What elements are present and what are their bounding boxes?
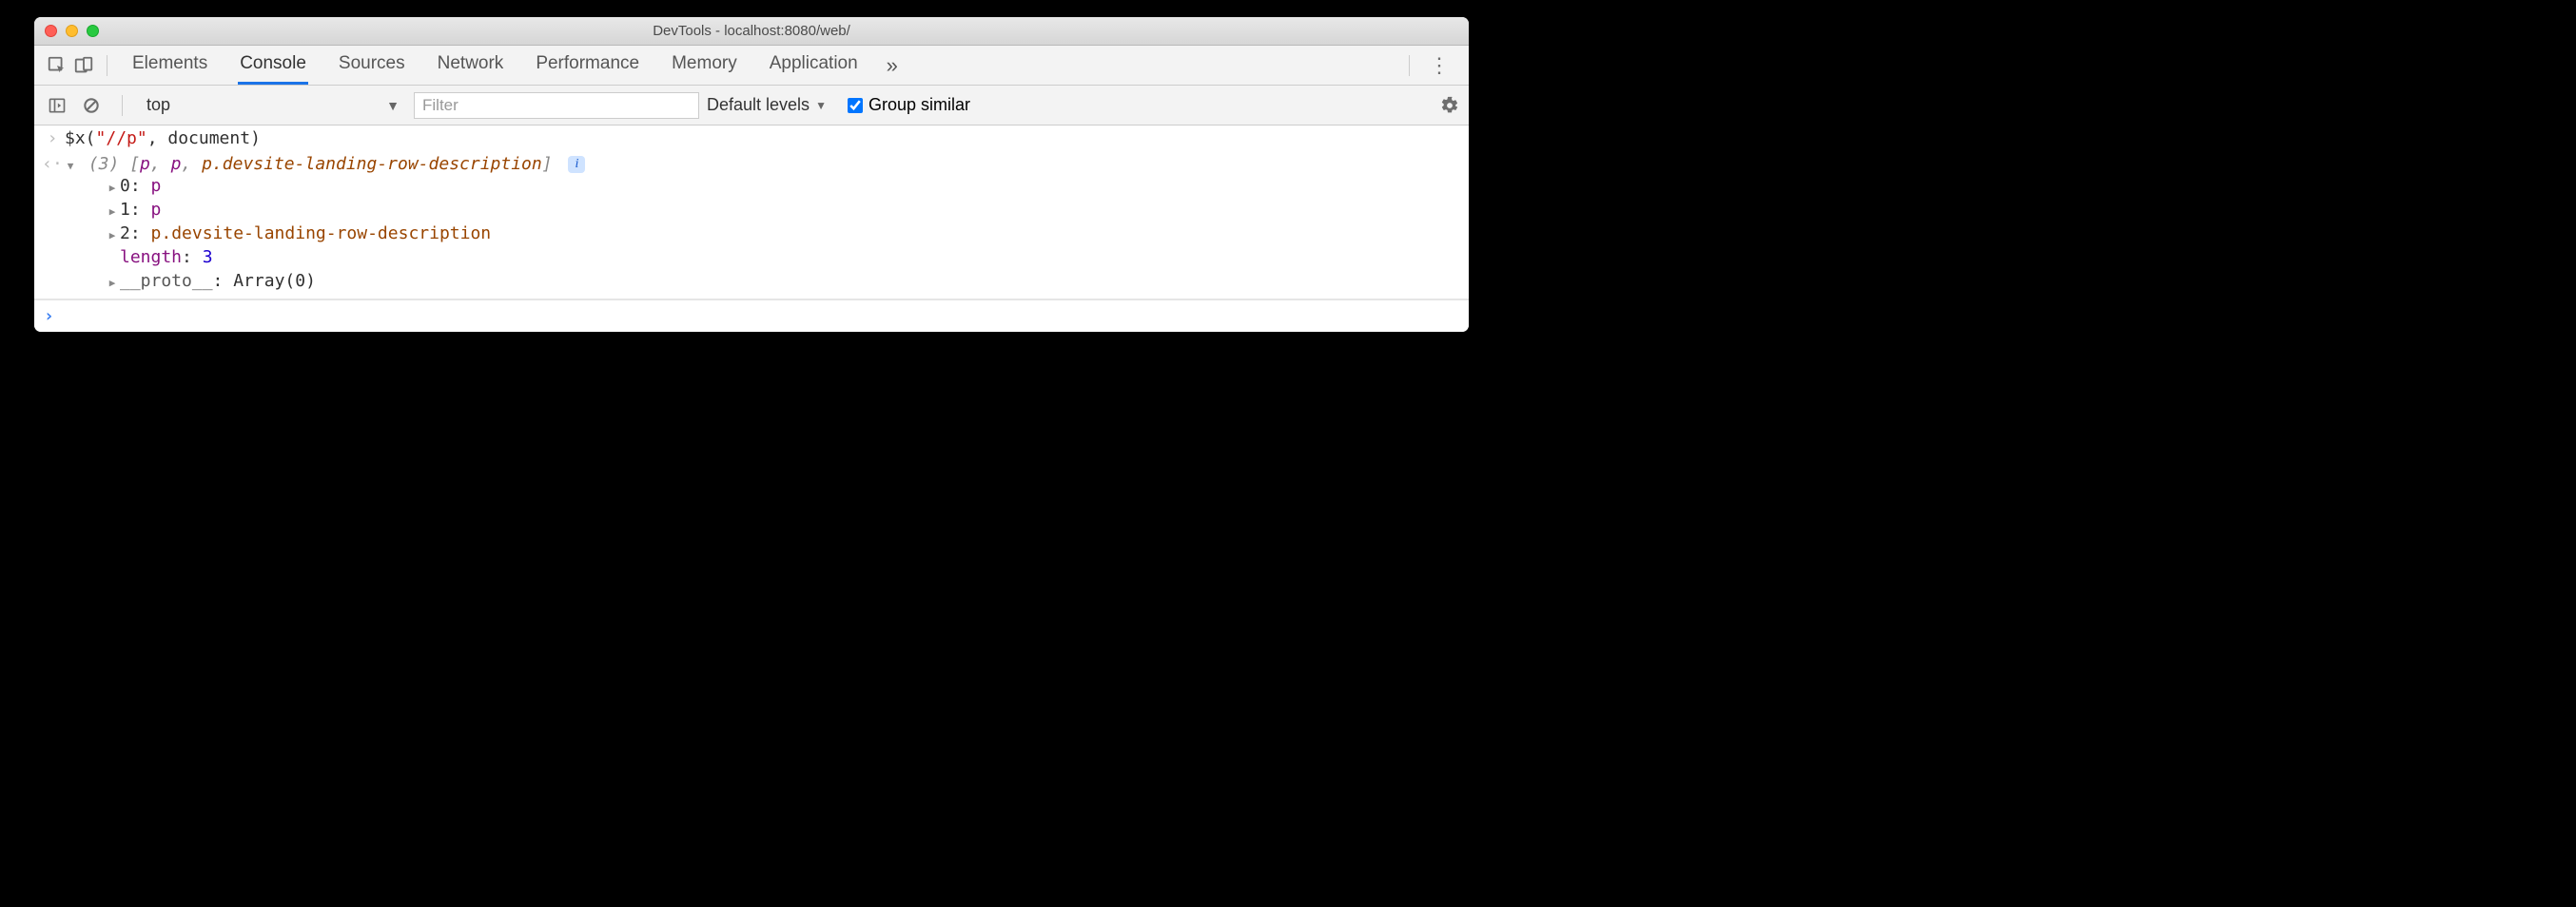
input-prompt-icon: ›: [42, 128, 63, 148]
console-toolbar: top ▼ Default levels ▼ Group similar: [34, 86, 1469, 125]
info-icon[interactable]: i: [568, 156, 585, 173]
preview-item[interactable]: p.devsite-landing-row-description: [202, 154, 542, 174]
execution-context-value: top: [146, 95, 170, 115]
panel-tabs-bar: Elements Console Sources Network Performance…: [34, 46, 1469, 86]
console-prompt-row[interactable]: ›: [34, 299, 1469, 332]
group-similar-label: Group similar: [868, 95, 970, 115]
inspect-element-icon[interactable]: [44, 52, 70, 79]
property-row[interactable]: 1: p: [107, 198, 1459, 222]
expand-toggle-icon[interactable]: [107, 223, 118, 243]
property-row[interactable]: 2: p.devsite-landing-row-description: [107, 222, 1459, 245]
console-settings-icon[interactable]: [1440, 96, 1459, 115]
prompt-icon: ›: [44, 306, 54, 326]
log-levels-label: Default levels: [707, 95, 810, 115]
tab-sources[interactable]: Sources: [337, 46, 407, 85]
console-result-row: ‹· (3) [p, p, p.devsite-landing-row-desc…: [34, 151, 1469, 299]
divider: [1409, 55, 1410, 76]
output-icon: ‹·: [42, 154, 63, 174]
titlebar: DevTools - localhost:8080/web/: [34, 17, 1469, 46]
tab-application[interactable]: Application: [768, 46, 860, 85]
window-title: DevTools - localhost:8080/web/: [34, 23, 1469, 39]
tab-memory[interactable]: Memory: [670, 46, 739, 85]
tab-performance[interactable]: Performance: [534, 46, 641, 85]
toggle-sidebar-icon[interactable]: [44, 92, 70, 119]
group-similar-checkbox[interactable]: Group similar: [848, 95, 970, 115]
clear-console-icon[interactable]: [78, 92, 105, 119]
expand-toggle-icon[interactable]: [65, 154, 76, 174]
tab-elements[interactable]: Elements: [130, 46, 209, 85]
property-row[interactable]: 0: p: [107, 174, 1459, 198]
expand-toggle-icon[interactable]: [107, 200, 118, 220]
expanded-properties: 0: p1: p2: p.devsite-landing-row-descrip…: [65, 174, 1459, 293]
log-levels-select[interactable]: Default levels ▼: [707, 95, 827, 115]
filter-input[interactable]: [414, 92, 699, 119]
panel-tabs: Elements Console Sources Network Performance…: [130, 46, 860, 85]
kebab-menu-icon[interactable]: ⋮: [1419, 53, 1459, 78]
console-body: › $x("//p", document) ‹· (3) [p, p, p.de…: [34, 125, 1469, 332]
expand-toggle-icon[interactable]: [107, 271, 118, 291]
group-similar-input[interactable]: [848, 98, 863, 113]
device-toggle-icon[interactable]: [70, 52, 97, 79]
preview-item[interactable]: p: [171, 154, 182, 174]
execution-context-select[interactable]: top ▼: [140, 92, 406, 118]
tab-console[interactable]: Console: [238, 46, 308, 85]
array-length-preview: (3): [88, 154, 120, 174]
proto-property[interactable]: __proto__: Array(0): [107, 269, 1459, 293]
devtools-window: DevTools - localhost:8080/web/ Elements C…: [34, 17, 1469, 332]
dropdown-caret-icon: ▼: [386, 98, 400, 113]
preview-item[interactable]: p: [140, 154, 150, 174]
divider: [122, 95, 123, 116]
console-result[interactable]: (3) [p, p, p.devsite-landing-row-descrip…: [63, 154, 1459, 293]
expand-toggle-icon[interactable]: [107, 176, 118, 196]
console-input-row: › $x("//p", document): [34, 125, 1469, 151]
tab-network[interactable]: Network: [436, 46, 506, 85]
tabs-overflow-button[interactable]: »: [887, 53, 898, 78]
length-property: length: 3: [107, 245, 1459, 269]
dropdown-caret-icon: ▼: [815, 99, 827, 112]
console-input-text[interactable]: $x("//p", document): [63, 128, 1459, 148]
